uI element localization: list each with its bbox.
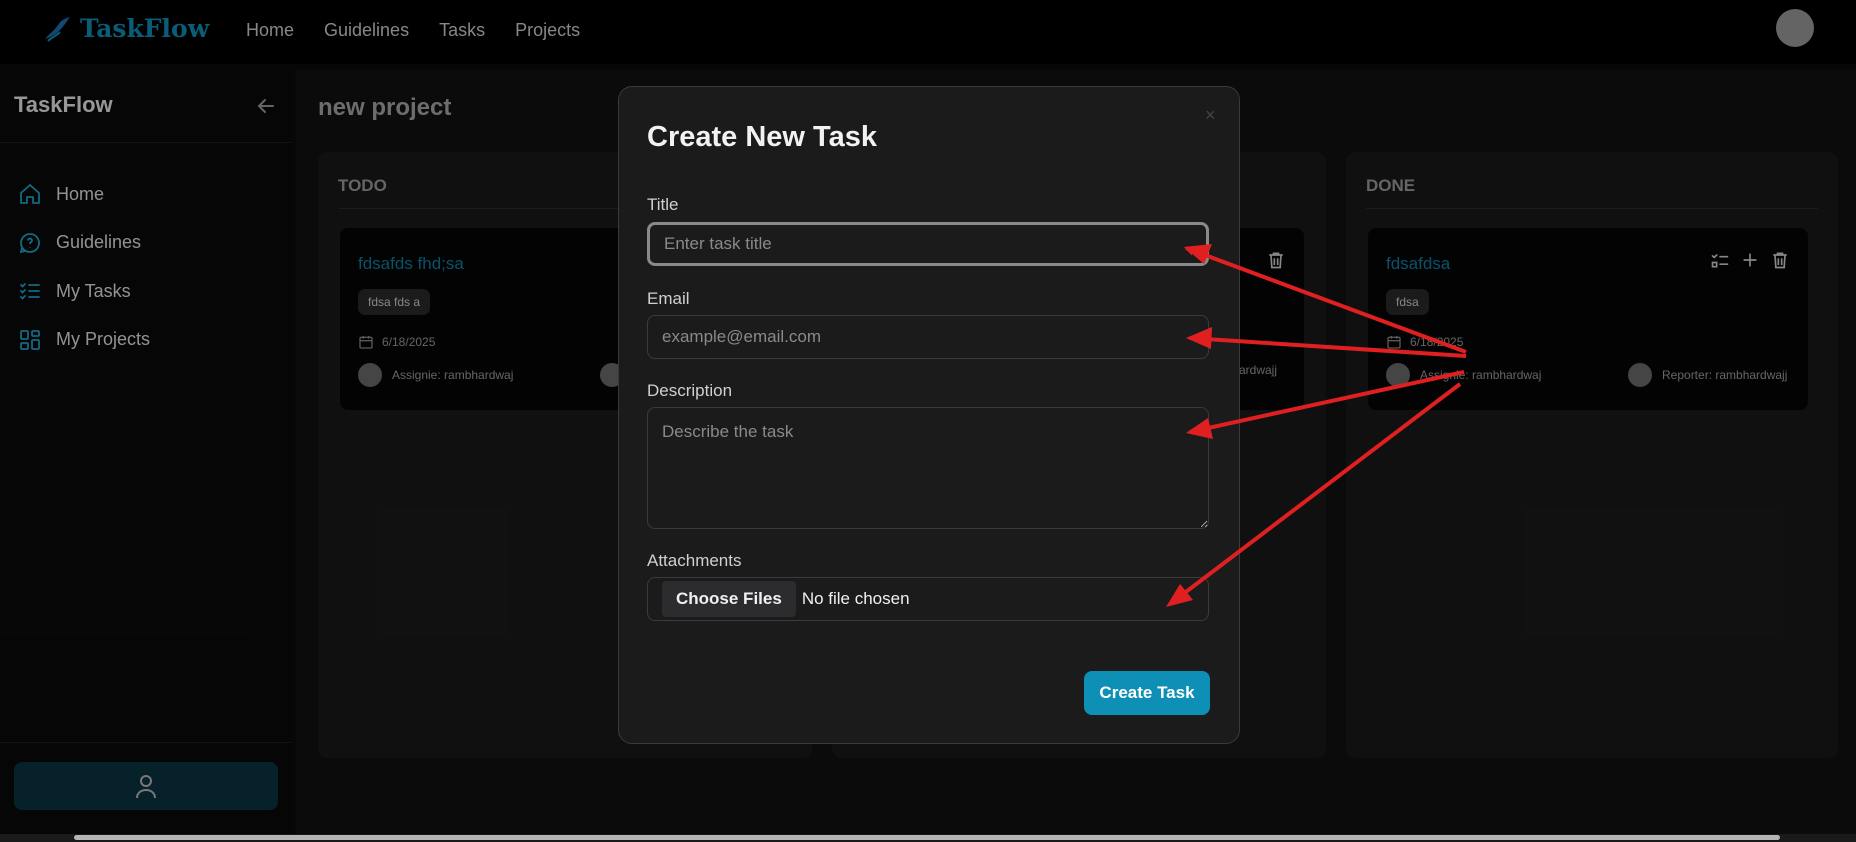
- title-label: Title: [647, 195, 679, 214]
- file-status-text: No file chosen: [801, 589, 910, 608]
- horizontal-scrollbar-thumb[interactable]: [74, 835, 1780, 840]
- description-label: Description: [647, 381, 733, 400]
- modal-title: Create New Task: [647, 121, 877, 153]
- create-task-modal: × Create New Task Title Email Descriptio…: [618, 86, 1240, 744]
- description-textarea[interactable]: [647, 407, 1209, 529]
- close-icon[interactable]: ×: [1205, 105, 1216, 126]
- attachments-file-input[interactable]: Choose Files No file chosen: [647, 577, 1209, 621]
- choose-files-button[interactable]: Choose Files: [662, 581, 796, 617]
- create-task-button[interactable]: Create Task: [1084, 671, 1210, 715]
- task-title-input[interactable]: [647, 222, 1209, 266]
- email-label: Email: [647, 289, 690, 308]
- email-input[interactable]: [647, 315, 1209, 359]
- attachments-label: Attachments: [647, 551, 742, 570]
